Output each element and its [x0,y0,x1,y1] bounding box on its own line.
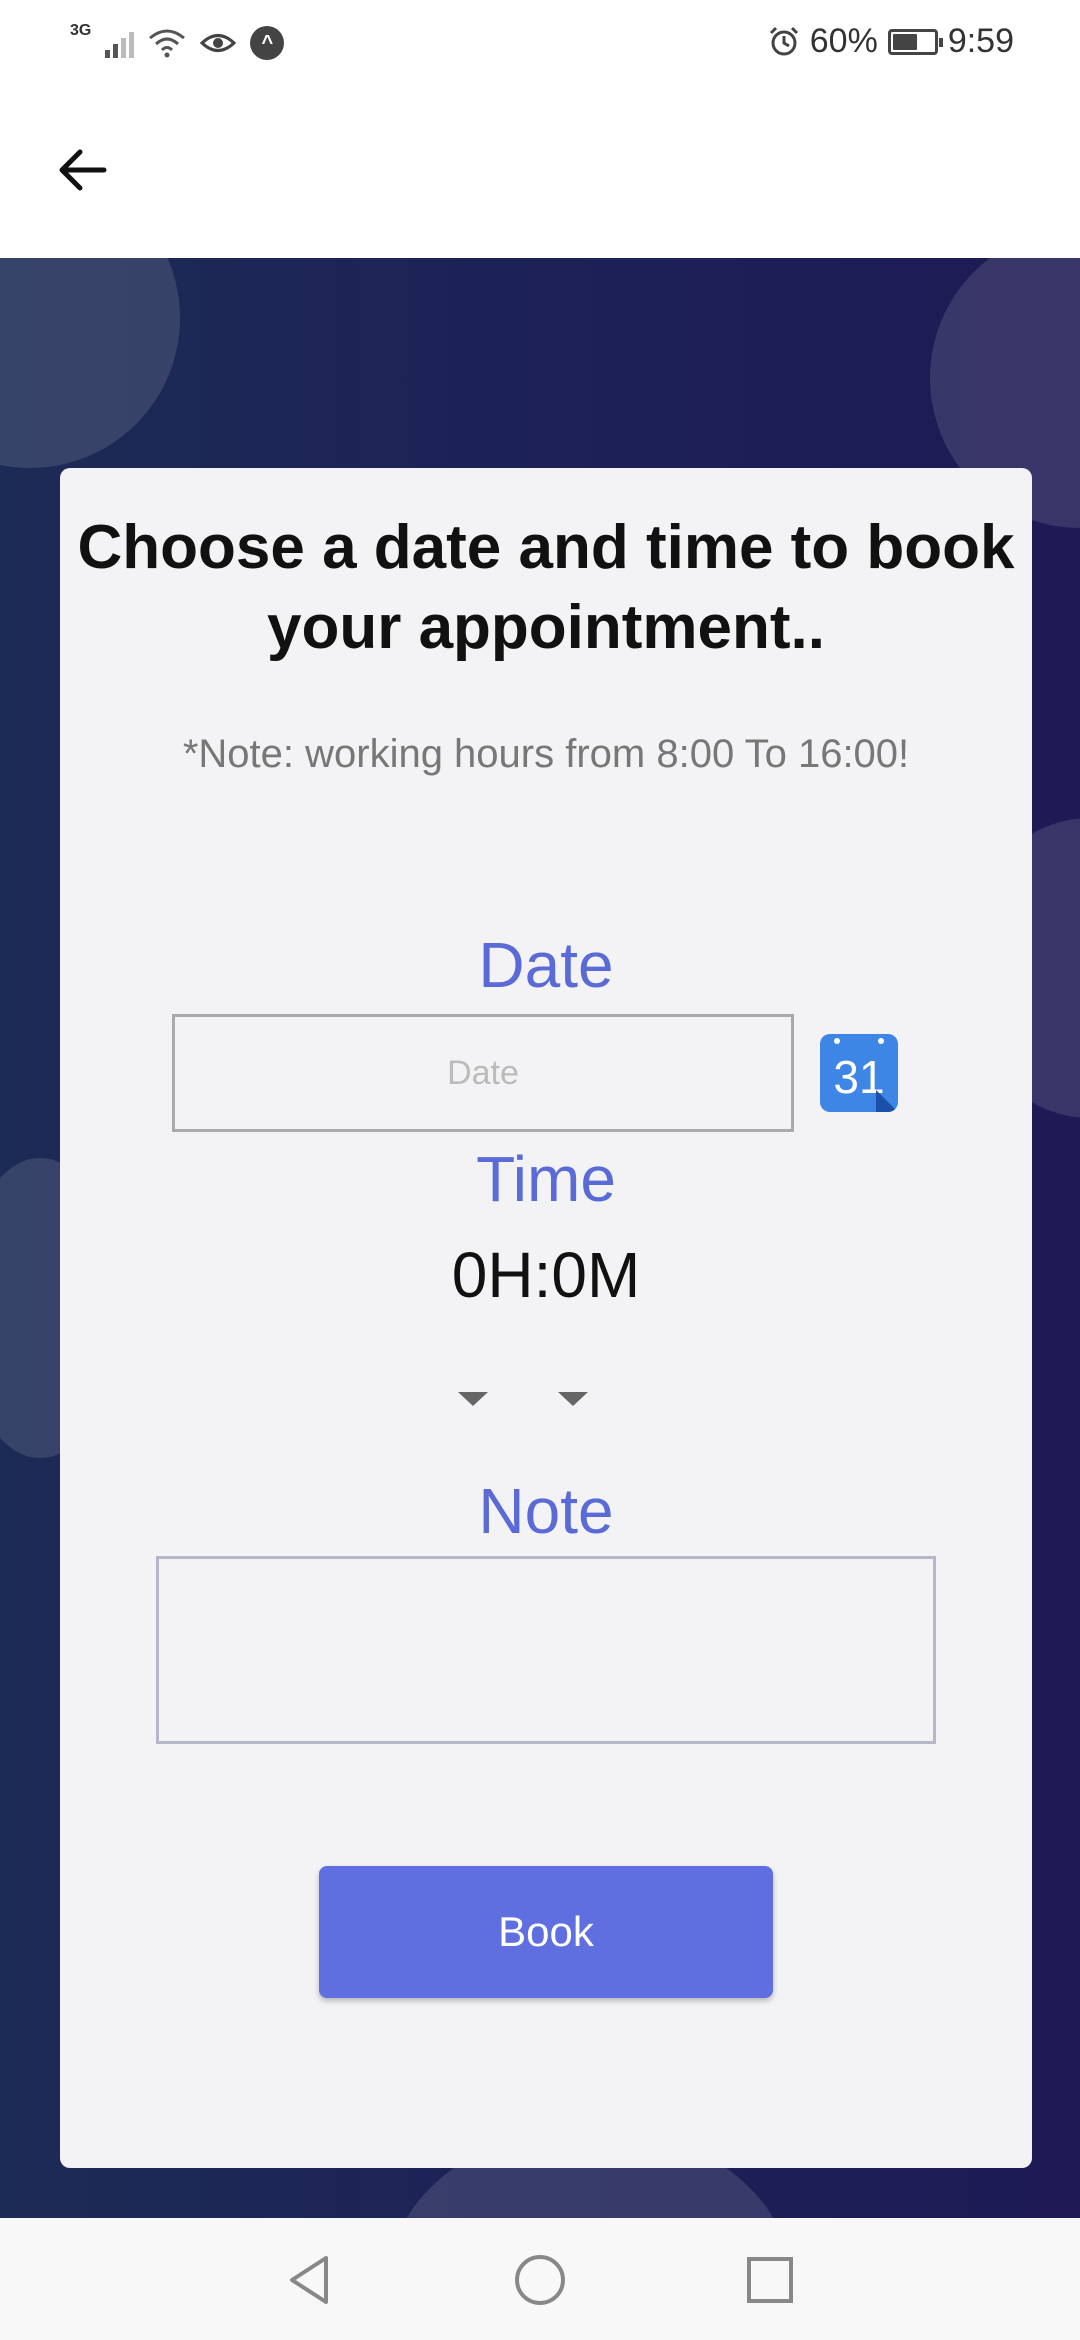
date-label: Date [478,929,614,1001]
status-right: 60% 9:59 [768,22,1014,61]
working-hours-note: *Note: working hours from 8:00 To 16:00! [182,732,910,776]
book-button[interactable]: Book [319,1866,773,1998]
battery-level [892,33,917,50]
recents-square-icon[interactable] [742,2252,798,2308]
status-left: 3G ^ [70,22,285,60]
app-a-icon: ^ [250,26,285,60]
signal-icon [105,28,135,58]
booking-card: Choose a date and time to book your appo… [60,468,1032,2168]
calendar-icon[interactable]: 31 [820,1034,898,1112]
note-field[interactable] [156,1556,936,1744]
app-bar [0,90,1080,258]
arrow-left-icon[interactable] [54,140,114,200]
time-label: Time [476,1143,616,1215]
note-label: Note [478,1475,614,1547]
back-triangle-icon[interactable] [282,2252,338,2308]
date-field[interactable] [172,1014,794,1132]
minute-dropdown-icon[interactable] [554,1384,594,1414]
page-title: Choose a date and time to book your appo… [77,513,1015,662]
battery-icon [887,28,943,55]
battery-percent: 60% [809,22,878,60]
wifi-icon [149,29,186,58]
eye-icon [200,34,237,52]
alarm-icon [769,26,798,55]
navigation-bar [0,2218,1080,2340]
home-circle-icon[interactable] [512,2252,568,2308]
hour-dropdown-icon[interactable] [454,1384,494,1414]
time-value: 0H:0M [451,1239,641,1311]
status-bar: 3G ^ 60% 9:59 [0,0,1080,90]
clock: 9:59 [947,22,1014,60]
decor-bubble [0,258,180,468]
network-type: 3G [70,22,92,39]
